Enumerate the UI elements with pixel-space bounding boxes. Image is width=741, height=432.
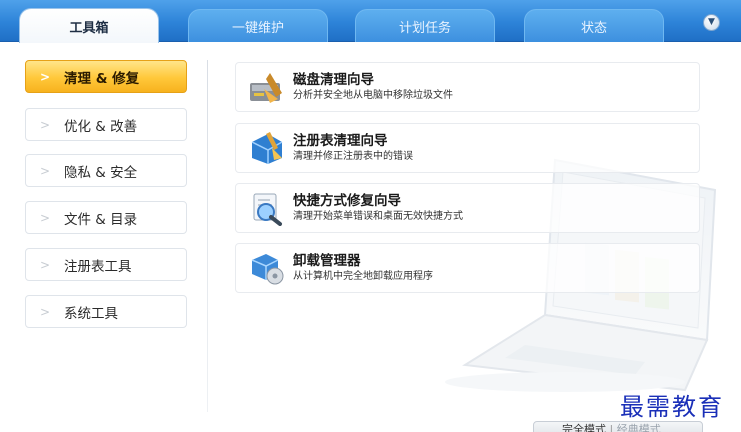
registry-cleanup-icon [251,132,283,164]
tool-title: 卸载管理器 [293,253,361,269]
sidebar-item-files-folders[interactable]: > 文件 & 目录 [25,201,187,234]
sidebar-item-system-tools[interactable]: > 系统工具 [25,295,187,328]
tool-title: 快捷方式修复向导 [293,193,401,209]
sidebar-item-privacy-security[interactable]: > 隐私 & 安全 [25,154,187,187]
tool-title: 磁盘清理向导 [293,72,374,88]
tool-card-disk-cleanup[interactable]: 磁盘清理向导 分析并安全地从电脑中移除垃圾文件 [235,62,700,112]
sidebar-item-label: 优化 & 改善 [64,118,138,135]
tab-one-click-maintenance[interactable]: 一键维护 [188,9,328,42]
chevron-right-icon: > [39,257,51,272]
tab-scheduled-tasks[interactable]: 计划任务 [355,9,495,42]
brand-watermark: 最需教育 [620,393,724,421]
sidebar-item-label: 隐私 & 安全 [64,164,138,181]
classic-mode-label[interactable]: 经典模式 [617,423,661,432]
tool-card-registry-cleanup[interactable]: 注册表清理向导 清理并修正注册表中的错误 [235,123,700,173]
chevron-down-circle-icon[interactable]: ▼ [703,14,720,31]
chevron-right-icon: > [39,117,51,132]
chevron-right-icon: > [39,304,51,319]
tab-label: 一键维护 [231,20,284,36]
tab-toolbox[interactable]: 工具箱 [19,8,159,43]
tool-description: 从计算机中完全地卸载应用程序 [293,271,433,282]
sidebar-item-label: 清理 & 修复 [64,70,140,87]
tool-description: 清理开始菜单错误和桌面无效快捷方式 [293,211,463,222]
tool-description: 分析并安全地从电脑中移除垃圾文件 [293,90,453,101]
tab-label: 工具箱 [69,20,109,36]
uninstall-manager-icon [251,254,284,285]
full-mode-label[interactable]: 完全模式 [562,423,606,432]
shortcut-repair-icon [253,193,282,226]
sidebar-item-label: 文件 & 目录 [64,211,138,228]
chevron-right-icon: > [39,163,51,178]
tab-status[interactable]: 状态 [524,9,664,42]
mode-separator: | [609,423,614,432]
sidebar-item-optimize-improve[interactable]: > 优化 & 改善 [25,108,187,141]
chevron-right-icon: > [39,210,51,225]
sidebar-divider [207,60,208,412]
tool-card-uninstall-manager[interactable]: 卸载管理器 从计算机中完全地卸载应用程序 [235,243,700,293]
sidebar-item-registry-tools[interactable]: > 注册表工具 [25,248,187,281]
top-tab-bar: 工具箱 一键维护 计划任务 状态 ▼ [0,0,741,43]
sidebar-item-label: 注册表工具 [64,258,132,275]
tool-card-shortcut-repair[interactable]: 快捷方式修复向导 清理开始菜单错误和桌面无效快捷方式 [235,183,700,233]
disk-cleanup-icon [250,73,282,103]
tool-description: 清理并修正注册表中的错误 [293,151,413,162]
tab-label: 计划任务 [398,20,451,36]
sidebar-item-clean-repair[interactable]: > 清理 & 修复 [25,60,187,93]
chevron-right-icon: > [39,69,51,84]
tool-title: 注册表清理向导 [293,133,388,149]
tab-label: 状态 [580,20,607,36]
sidebar-item-label: 系统工具 [64,305,118,322]
mode-switch[interactable]: 完全模式 | 经典模式 [533,421,703,432]
